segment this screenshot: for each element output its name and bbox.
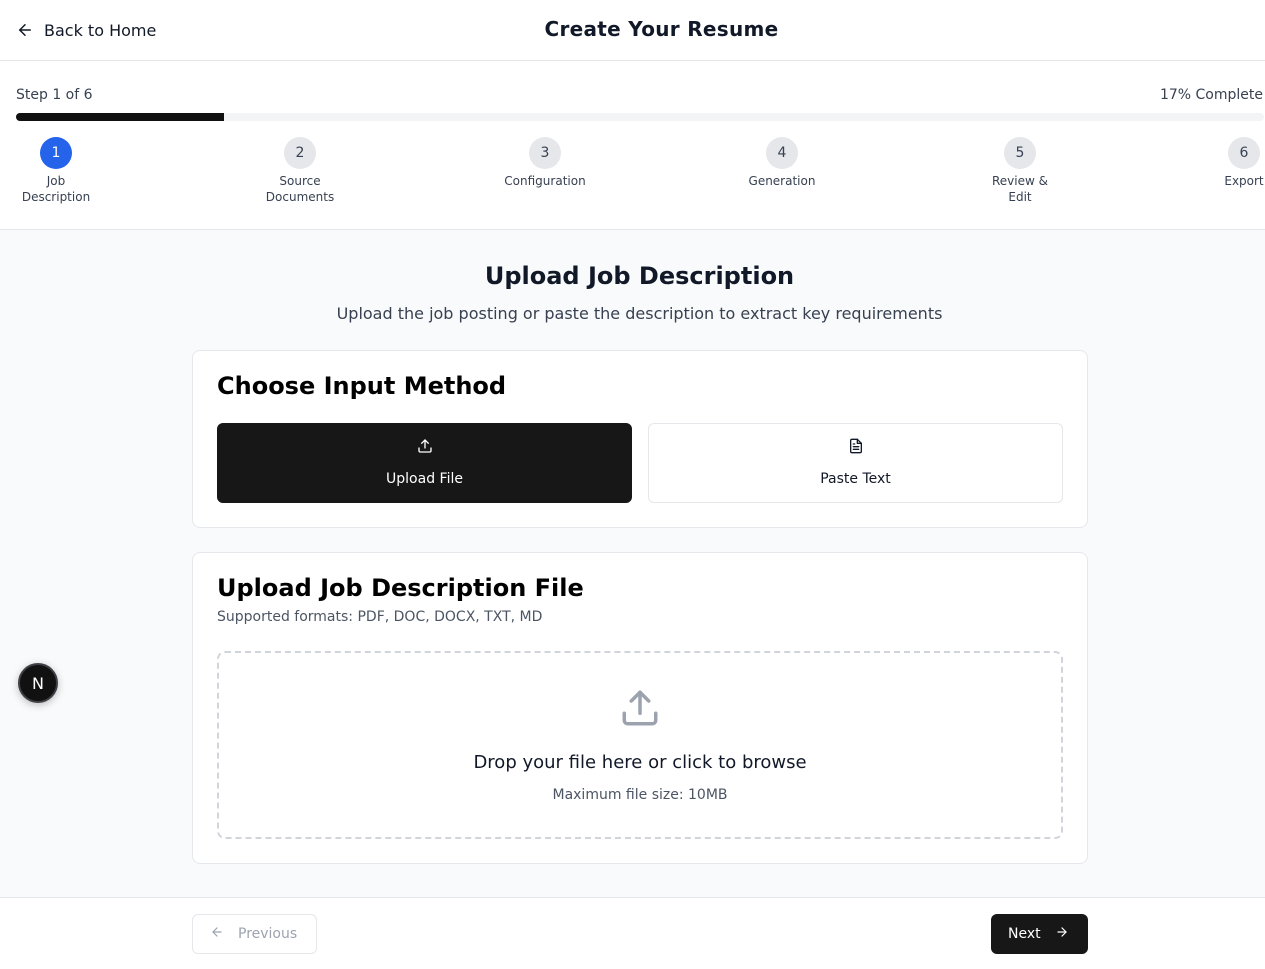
paste-text-label: Paste Text — [820, 471, 891, 487]
main-content: Upload Job Description Upload the job po… — [0, 230, 1265, 897]
step-generation[interactable]: 4 Generation — [727, 137, 837, 189]
supported-formats: Supported formats: PDF, DOC, DOCX, TXT, … — [217, 609, 543, 625]
step-configuration[interactable]: 3 Configuration — [490, 137, 600, 189]
max-file-size: Maximum file size: 10MB — [552, 787, 728, 803]
percent-complete: 17% Complete — [1159, 87, 1263, 103]
arrow-right-icon — [1055, 925, 1069, 943]
nextjs-dev-badge[interactable]: N — [18, 663, 58, 703]
page-title: Create Your Resume — [544, 17, 779, 41]
step-label: Configuration — [504, 174, 586, 188]
wizard-footer: Previous Next — [0, 897, 1265, 969]
dropzone-text: Drop your file here or click to browse — [473, 752, 807, 773]
next-label: Next — [1008, 926, 1041, 942]
step-label: Source Documents — [265, 174, 335, 204]
progress-section: Step 1 of 6 17% Complete 1 Job Descripti… — [0, 61, 1265, 230]
upload-file-button[interactable]: Upload File — [217, 423, 632, 503]
step-number-badge: 6 — [1228, 137, 1260, 169]
app-header: Back to Home Create Your Resume — [0, 0, 1265, 61]
upload-icon — [417, 438, 433, 454]
file-text-icon — [848, 438, 864, 454]
file-dropzone[interactable]: Drop your file here or click to browse M… — [217, 651, 1063, 839]
upload-cloud-icon — [619, 687, 661, 733]
progress-bar-fill — [16, 113, 225, 121]
input-method-card: Choose Input Method Upload File Paste Te… — [192, 350, 1088, 528]
step-export[interactable]: 6 Export — [1189, 137, 1265, 189]
step-label: Export — [1224, 174, 1264, 188]
step-number-badge: 3 — [529, 137, 561, 169]
step-number-badge: 4 — [766, 137, 798, 169]
upload-file-label: Upload File — [386, 471, 463, 487]
upload-file-title: Upload Job Description File — [217, 574, 584, 602]
arrow-left-icon — [210, 925, 224, 943]
upload-file-card: Upload Job Description File Supported fo… — [192, 552, 1088, 864]
input-method-title: Choose Input Method — [217, 372, 507, 400]
progress-bar — [16, 113, 1264, 121]
section-title: Upload Job Description — [484, 262, 795, 290]
step-label: Review & Edit — [992, 174, 1048, 204]
step-label: Job Description — [21, 174, 91, 204]
previous-button[interactable]: Previous — [192, 914, 317, 954]
step-label: Generation — [748, 174, 816, 188]
next-button[interactable]: Next — [991, 914, 1088, 954]
step-number-badge: 5 — [1004, 137, 1036, 169]
previous-label: Previous — [238, 926, 298, 942]
step-job-description[interactable]: 1 Job Description — [1, 137, 111, 205]
step-number-badge: 2 — [284, 137, 316, 169]
paste-text-button[interactable]: Paste Text — [648, 423, 1063, 503]
step-source-documents[interactable]: 2 Source Documents — [245, 137, 355, 205]
badge-letter: N — [32, 673, 44, 693]
step-counter: Step 1 of 6 — [16, 87, 93, 103]
step-number-badge: 1 — [40, 137, 72, 169]
section-subtitle: Upload the job posting or paste the desc… — [336, 304, 943, 323]
step-review-edit[interactable]: 5 Review & Edit — [965, 137, 1075, 205]
